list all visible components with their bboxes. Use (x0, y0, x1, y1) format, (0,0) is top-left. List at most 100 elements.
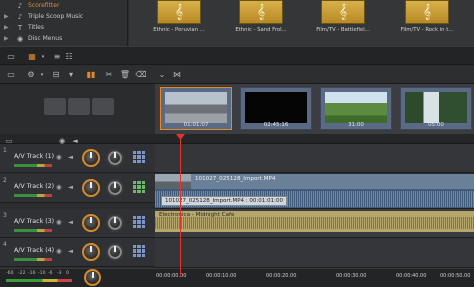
placeholder-button[interactable] (44, 98, 66, 115)
storyboard-strip: 01:01:07 02:45:16 31:00 05:00 (155, 84, 474, 134)
track-header[interactable]: 2 A/V Track (2) ◉ ◄ (0, 174, 155, 203)
storyboard-scene[interactable]: 31:00 (320, 87, 392, 130)
tree-item-label: Disc Menus (28, 35, 63, 42)
eye-icon[interactable]: ◉ (56, 183, 62, 191)
speaker-icon[interactable]: ◄ (68, 247, 73, 255)
ruler-time-label: 00:00:10.00 (206, 273, 237, 279)
pan-knob[interactable] (106, 149, 124, 167)
pan-knob[interactable] (106, 214, 124, 232)
eye-icon[interactable]: ◉ (56, 218, 62, 226)
library-asset[interactable]: 𝄞 Ethnic - Peruvian ... (143, 0, 215, 46)
storyboard-icon[interactable]: ▭ (6, 69, 16, 80)
track-lane[interactable] (155, 238, 474, 268)
transition-icon[interactable]: ⋈ (172, 69, 182, 80)
scissors-icon[interactable]: ✂ (104, 69, 114, 80)
volume-knob[interactable] (82, 243, 100, 261)
trash-icon[interactable]: ⌫ (135, 69, 146, 80)
music-clip[interactable]: Electronica - Midnight Cafe (155, 211, 474, 232)
expand-arrow-icon[interactable]: ▶ (4, 35, 9, 42)
expand-arrow-icon[interactable]: ▶ (4, 24, 9, 31)
surround-grid-icon[interactable] (133, 181, 145, 193)
storyboard-scene[interactable]: 01:01:07 (160, 87, 232, 130)
level-meter (14, 258, 52, 261)
storyboard-scene[interactable]: 02:45:16 (240, 87, 312, 130)
track-header[interactable]: 3 A/V Track (3) ◉ ◄ (0, 209, 155, 238)
tree-item-label: Scorefitter (28, 2, 60, 9)
grid-view-icon[interactable]: ▦ (26, 51, 38, 62)
music-clef-icon: 𝄞 (321, 0, 365, 24)
marker-icon[interactable]: ⌄ (157, 69, 167, 80)
music-clef-icon: 𝄞 (239, 0, 283, 24)
pan-knob[interactable] (106, 243, 124, 261)
audio-bars-icon[interactable]: ▮▮ (86, 69, 96, 80)
tree-item-titles[interactable]: ▶ T Titles (4, 23, 44, 32)
expand-arrow-icon[interactable]: ▶ (4, 13, 9, 20)
track-lane[interactable] (155, 144, 474, 173)
meter-scale-label: -60 (6, 271, 14, 276)
text-t-icon: T (17, 23, 23, 32)
master-volume-knob[interactable] (84, 269, 101, 286)
chevron-down-icon[interactable]: ▾ (39, 69, 45, 80)
library-asset[interactable]: 𝄞 Film/TV - Battlefiel... (307, 0, 379, 46)
delete-icon[interactable]: 🗑 (120, 69, 130, 80)
scene-thumbnail (245, 92, 307, 123)
surround-grid-icon[interactable] (133, 245, 145, 257)
meter-scale-label: -6 (48, 271, 53, 276)
pan-knob[interactable] (106, 179, 124, 197)
volume-knob[interactable] (82, 179, 100, 197)
tree-item-disc-menus[interactable]: ▶ ◉ Disc Menus (4, 34, 63, 43)
volume-knob[interactable] (82, 214, 100, 232)
scene-duration: 31:00 (348, 122, 364, 128)
placeholder-button[interactable] (68, 98, 90, 115)
master-level-meter (6, 279, 72, 282)
video-clip[interactable]: 101027_025128_Import.MP4 (155, 174, 474, 189)
volume-knob[interactable] (82, 149, 100, 167)
level-meter (14, 164, 52, 167)
asset-caption: Film/TV - Rock in t... (400, 27, 454, 33)
speaker-icon[interactable]: ◄ (68, 153, 73, 161)
track-name: A/V Track (3) (14, 218, 55, 225)
dropdown-icon[interactable]: ▾ (66, 69, 76, 80)
speaker-icon[interactable]: ◄ (68, 183, 73, 191)
library-asset[interactable]: 𝄞 Ethnic - Sand Frol... (225, 0, 297, 46)
settings-icon[interactable]: ⚙ (26, 69, 36, 80)
scene-thumbnail (325, 92, 387, 123)
chevron-down-icon[interactable]: ▾ (40, 51, 46, 62)
track-number: 1 (3, 147, 7, 154)
filter-icon[interactable]: ☷ (65, 51, 73, 62)
library-tree-panel: ♪ Scorefitter ▶ ♪ Triple Scoop Music ▶ T… (0, 0, 128, 46)
surround-grid-icon[interactable] (133, 151, 145, 163)
meter-scale-label: -16 (28, 271, 36, 276)
track-icon[interactable]: ⊟ (51, 69, 61, 80)
clip-thumbnail (155, 174, 191, 189)
track-header[interactable]: 1 A/V Track (1) ◉ ◄ (0, 144, 155, 173)
scene-thumbnail (165, 92, 227, 123)
track-name: A/V Track (4) (14, 247, 55, 254)
storyboard-scene[interactable]: 05:00 (400, 87, 472, 130)
tree-item-triple-scoop-music[interactable]: ▶ ♪ Triple Scoop Music (4, 12, 84, 21)
speaker-icon[interactable]: ◄ (68, 218, 73, 226)
playhead-line[interactable] (180, 134, 181, 276)
eye-icon[interactable]: ◉ (56, 153, 62, 161)
library-asset[interactable]: 𝄞 Film/TV - Rock in t... (391, 0, 463, 46)
ruler-time-label: 00:00:00.00 (156, 273, 187, 279)
track-header[interactable]: 4 A/V Track (4) ◉ ◄ (0, 238, 155, 267)
timeline-header-row: ▭ ◉ ◄ (0, 134, 474, 145)
tree-item-label: Triple Scoop Music (28, 13, 84, 20)
music-clef-icon: 𝄞 (157, 0, 201, 24)
audio-waveform (155, 217, 474, 229)
scene-duration: 05:00 (428, 122, 444, 128)
ruler-time-label: 00:00:40.00 (396, 273, 427, 279)
view-toggle-icon[interactable]: ▭ (6, 51, 16, 62)
surround-grid-icon[interactable] (133, 216, 145, 228)
scene-duration: 02:45:16 (263, 122, 289, 128)
tree-item-scorefitter[interactable]: ♪ Scorefitter (16, 1, 60, 10)
library-toolbar: ▭ ▦ ▾ ≡ ☷ (0, 46, 474, 64)
meter-scale-label: -3 (57, 271, 62, 276)
placeholder-button[interactable] (92, 98, 114, 115)
music-note-icon: ♪ (17, 1, 23, 10)
eye-icon[interactable]: ◉ (56, 247, 62, 255)
meter-scale-label: -22 (18, 271, 26, 276)
ruler-time-label: 00:00:20.00 (266, 273, 297, 279)
list-view-icon[interactable]: ≡ (53, 51, 61, 62)
